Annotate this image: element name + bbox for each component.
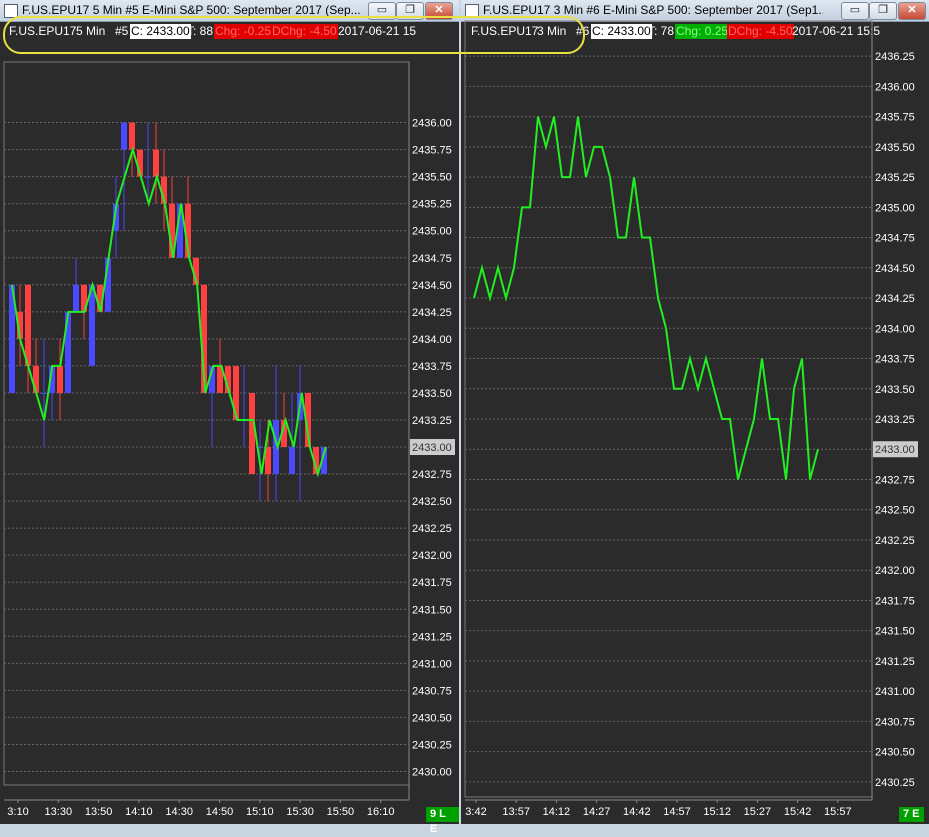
x-tick-label: 13:50 xyxy=(85,806,113,818)
y-tick-label: 2431.00 xyxy=(875,686,915,698)
price-chart-5min[interactable]: 2436.00 2435.75 2435.50 2435.25 2435.00 2434.… xyxy=(0,0,459,824)
y-tick-label: 2432.50 xyxy=(412,496,452,508)
candle-body xyxy=(129,122,135,150)
y-tick-label: 2431.50 xyxy=(875,626,915,638)
x-tick-label: 3:10 xyxy=(7,806,28,818)
y-tick-label: 2432.25 xyxy=(412,523,452,535)
candle-body xyxy=(25,284,31,366)
y-tick-label: 2436.00 xyxy=(875,81,915,93)
y-tick-label: 2435.75 xyxy=(875,112,915,124)
x-tick-label: 13:30 xyxy=(45,806,73,818)
y-tick-label: 2431.25 xyxy=(412,631,452,643)
y-tick-label: 2434.00 xyxy=(875,323,915,335)
y-tick-label: 2435.50 xyxy=(875,142,915,154)
y-tick-label: 2433.25 xyxy=(412,415,452,427)
y-tick-label: 2430.25 xyxy=(875,777,915,789)
y-tick-label: 2431.75 xyxy=(875,595,915,607)
y-tick-label: 2435.00 xyxy=(875,202,915,214)
y-tick-label: 2434.25 xyxy=(875,293,915,305)
x-tick-label: 14:12 xyxy=(543,806,571,818)
chart-status-badge: 7 E xyxy=(899,807,924,822)
y-tick-label: 2435.25 xyxy=(412,199,452,211)
y-tick-label: 2433.50 xyxy=(412,388,452,400)
x-tick-label: 15:12 xyxy=(703,806,731,818)
x-tick-label: 16:10 xyxy=(367,806,395,818)
y-tick-label: 2436.25 xyxy=(875,51,915,63)
x-tick-label: 15:27 xyxy=(744,806,772,818)
x-tick-label: 14:42 xyxy=(623,806,651,818)
x-tick-label: 15:42 xyxy=(784,806,812,818)
y-tick-label: 2430.50 xyxy=(412,712,452,724)
y-tick-label: 2434.25 xyxy=(412,307,452,319)
x-tick-label: 14:57 xyxy=(663,806,691,818)
plot-area xyxy=(3,61,410,786)
y-tick-label: 2434.75 xyxy=(875,233,915,245)
y-tick-label: 2434.50 xyxy=(412,280,452,292)
y-tick-label: 2433.25 xyxy=(875,414,915,426)
x-tick-label: 14:27 xyxy=(583,806,611,818)
candle-body xyxy=(153,149,159,177)
current-price-label: 2433.00 xyxy=(412,442,452,454)
y-tick-label: 2434.50 xyxy=(875,263,915,275)
candle-body xyxy=(41,392,47,394)
candle-body xyxy=(289,447,295,475)
x-tick-label: 15:50 xyxy=(327,806,355,818)
y-tick-label: 2432.00 xyxy=(412,550,452,562)
y-tick-label: 2430.00 xyxy=(412,766,452,778)
x-tick-label: 14:30 xyxy=(165,806,193,818)
candle-body xyxy=(57,365,63,393)
y-tick-label: 2432.75 xyxy=(875,474,915,486)
y-tick-label: 2435.75 xyxy=(412,145,452,157)
y-tick-label: 2433.50 xyxy=(875,384,915,396)
y-tick-label: 2430.25 xyxy=(412,739,452,751)
x-tick-label: 15:10 xyxy=(246,806,274,818)
y-tick-label: 2435.25 xyxy=(875,172,915,184)
y-tick-label: 2432.75 xyxy=(412,469,452,481)
y-tick-label: 2432.50 xyxy=(875,505,915,517)
current-price-label: 2433.00 xyxy=(875,444,915,456)
x-tick-label: 15:57 xyxy=(824,806,852,818)
y-tick-label: 2436.00 xyxy=(412,118,452,130)
y-tick-label: 2434.75 xyxy=(412,253,452,265)
y-tick-label: 2432.00 xyxy=(875,565,915,577)
y-tick-label: 2433.75 xyxy=(875,354,915,366)
candle-body xyxy=(145,176,151,178)
y-tick-label: 2431.75 xyxy=(412,577,452,589)
candle-body xyxy=(73,284,79,312)
x-tick-label: 15:30 xyxy=(286,806,314,818)
y-tick-label: 2433.75 xyxy=(412,361,452,373)
y-tick-label: 2435.00 xyxy=(412,226,452,238)
y-tick-label: 2430.75 xyxy=(875,716,915,728)
candle-body xyxy=(249,392,255,475)
chart-window-3min[interactable]: F.US.EPU17 3 Min #6 E-Mini S&P 500: Sept… xyxy=(461,0,929,824)
x-tick-label: 14:10 xyxy=(125,806,153,818)
x-tick-label: 3:42 xyxy=(465,806,486,818)
y-tick-label: 2431.50 xyxy=(412,604,452,616)
chart-status-badge: 9 L E xyxy=(426,807,459,835)
y-tick-label: 2435.50 xyxy=(412,172,452,184)
y-tick-label: 2431.25 xyxy=(875,656,915,668)
x-tick-label: 14:50 xyxy=(206,806,234,818)
y-tick-label: 2431.00 xyxy=(412,658,452,670)
plot-area xyxy=(464,20,873,798)
candle-body xyxy=(121,122,127,150)
y-tick-label: 2434.00 xyxy=(412,334,452,346)
x-tick-label: 13:57 xyxy=(502,806,530,818)
chart-window-5min[interactable]: F.US.EPU17 5 Min #5 E-Mini S&P 500: Sept… xyxy=(0,0,459,835)
y-tick-label: 2430.75 xyxy=(412,685,452,697)
y-tick-label: 2432.25 xyxy=(875,535,915,547)
y-tick-label: 2430.50 xyxy=(875,747,915,759)
price-chart-3min[interactable]: 2436.25 2436.00 2435.75 2435.50 2435.25 2435.… xyxy=(461,0,929,824)
